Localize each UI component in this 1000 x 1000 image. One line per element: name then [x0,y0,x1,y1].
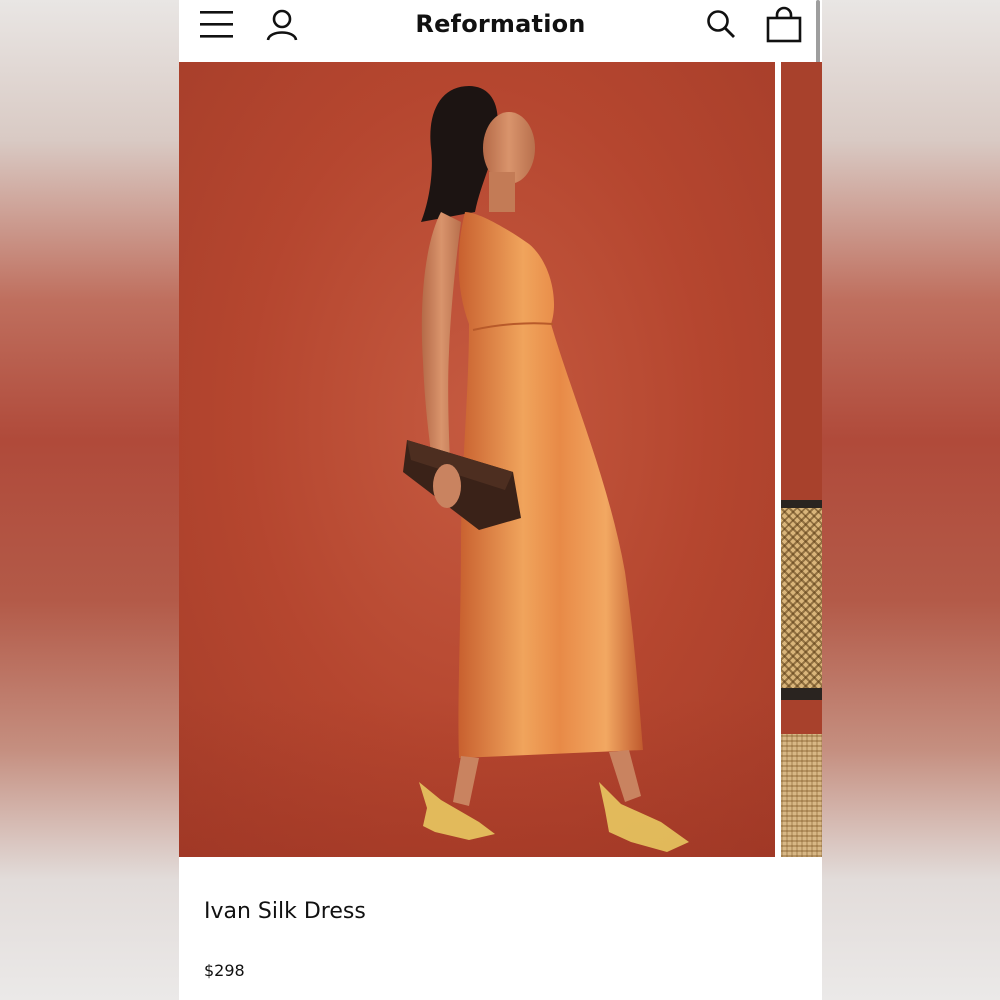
shopping-bag-icon [766,6,802,43]
product-price: $298 [204,961,245,980]
blurred-background-right [822,0,1000,1000]
product-image[interactable] [179,62,775,857]
search-icon [707,10,735,38]
blurred-background-left [0,0,180,1000]
search-button[interactable] [705,8,737,40]
top-navigation-bar: Reformation [179,0,822,212]
phone-screen: Reformation Ivan Silk Dress $298 [179,0,822,1000]
model-figure [403,86,689,852]
product-info: Ivan Silk Dress $298 [179,857,822,1000]
shopping-bag-button[interactable] [765,6,803,44]
rattan-chair-back [781,500,822,700]
next-product-image-preview[interactable] [781,62,822,857]
product-name[interactable]: Ivan Silk Dress [204,899,366,924]
rattan-chair-seat [781,734,822,857]
product-image-carousel[interactable] [179,62,822,857]
